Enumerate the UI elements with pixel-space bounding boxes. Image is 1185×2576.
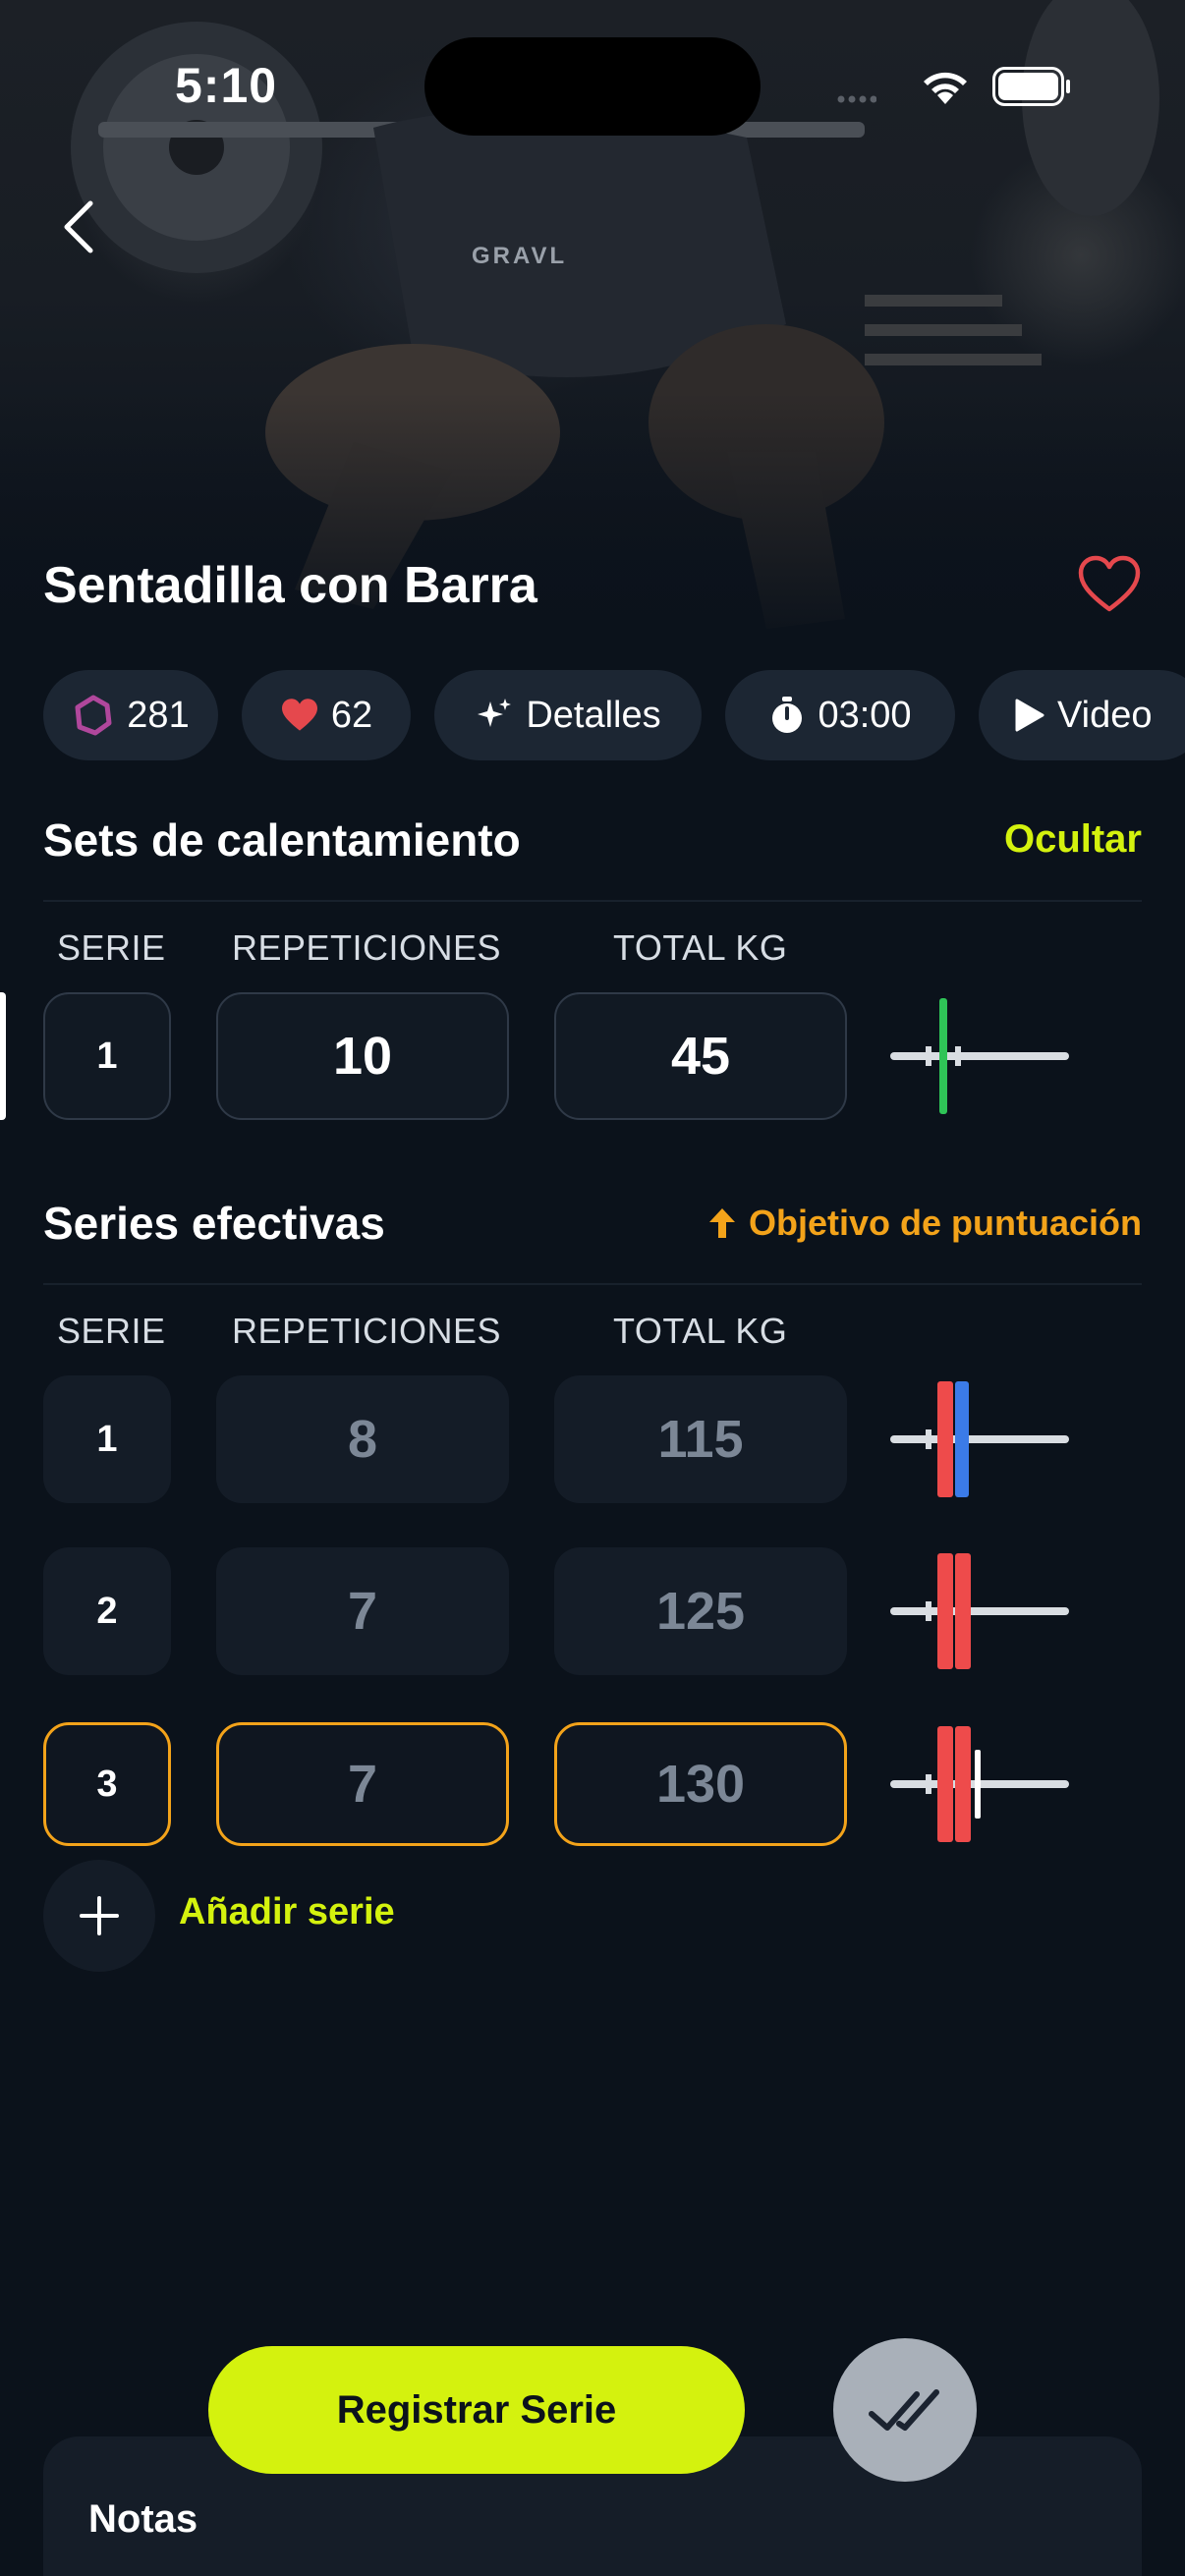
effective-reps-input[interactable]: 8 bbox=[216, 1375, 509, 1503]
warmup-header-reps: REPETICIONES bbox=[232, 927, 502, 968]
effective-barbell-icon bbox=[890, 1381, 1069, 1497]
effective-header-reps: REPETICIONES bbox=[232, 1311, 502, 1351]
effective-set-cell[interactable]: 2 bbox=[43, 1547, 171, 1675]
warmup-header-weight: TOTAL KG bbox=[613, 927, 788, 968]
effective-barbell-icon bbox=[890, 1726, 1069, 1842]
chip-details[interactable]: Detalles bbox=[434, 670, 702, 760]
chip-timer[interactable]: 03:00 bbox=[725, 670, 955, 760]
warmup-set-cell[interactable]: 1 bbox=[43, 992, 171, 1120]
chip-video-label: Video bbox=[1057, 694, 1153, 736]
hide-warmup-button[interactable]: Ocultar bbox=[1004, 817, 1142, 862]
warmup-divider bbox=[43, 900, 1142, 902]
add-set-button[interactable] bbox=[43, 1860, 155, 1972]
complete-exercise-button[interactable] bbox=[833, 2338, 977, 2482]
effective-set-cell[interactable]: 1 bbox=[43, 1375, 171, 1503]
dynamic-island bbox=[424, 37, 761, 136]
warmup-weight-input[interactable]: 45 bbox=[554, 992, 847, 1120]
chip-likes-label: 62 bbox=[330, 694, 373, 736]
chip-likes[interactable]: 62 bbox=[242, 670, 411, 760]
ring-icon bbox=[75, 695, 112, 736]
effective-header-weight: TOTAL KG bbox=[613, 1311, 788, 1351]
warmup-barbell-icon bbox=[890, 998, 1069, 1114]
heart-outline-icon bbox=[1078, 555, 1141, 612]
effective-reps-input[interactable]: 7 bbox=[216, 1547, 509, 1675]
effective-weight-input[interactable]: 115 bbox=[554, 1375, 847, 1503]
effective-reps-input-active[interactable]: 7 bbox=[216, 1722, 509, 1846]
register-set-button[interactable]: Registrar Serie bbox=[208, 2346, 745, 2474]
warmup-header-set: SERIE bbox=[57, 927, 166, 968]
plus-icon bbox=[80, 1896, 119, 1935]
status-bar: 5:10 bbox=[0, 0, 1185, 147]
chip-score[interactable]: 281 bbox=[43, 670, 218, 760]
play-icon bbox=[1015, 699, 1044, 732]
score-target-label: Objetivo de puntuación bbox=[748, 1203, 1142, 1243]
effective-barbell-icon bbox=[890, 1553, 1069, 1669]
shirt-logo: GRAVL bbox=[472, 243, 567, 269]
stopwatch-icon bbox=[772, 697, 803, 733]
arrow-up-icon bbox=[708, 1208, 735, 1238]
sparkle-icon bbox=[478, 699, 512, 727]
battery-icon bbox=[992, 67, 1070, 106]
double-check-icon bbox=[869, 2389, 939, 2431]
effective-set-cell-active[interactable]: 3 bbox=[43, 1722, 171, 1846]
status-time: 5:10 bbox=[175, 58, 278, 113]
effective-weight-input-active[interactable]: 130 bbox=[554, 1722, 847, 1846]
score-target-link[interactable]: Objetivo de puntuación bbox=[707, 1203, 1142, 1244]
exercise-chips: 281 62 Detalles 03:00 Video bbox=[43, 670, 1185, 760]
heart-icon bbox=[281, 699, 317, 731]
chip-details-label: Detalles bbox=[526, 694, 661, 736]
effective-divider bbox=[43, 1283, 1142, 1285]
effective-header-set: SERIE bbox=[57, 1311, 166, 1351]
chip-video[interactable]: Video bbox=[979, 670, 1185, 760]
chip-score-label: 281 bbox=[127, 694, 190, 736]
warmup-title: Sets de calentamiento bbox=[43, 814, 521, 866]
notes-title: Notas bbox=[88, 2497, 198, 2541]
chip-timer-label: 03:00 bbox=[818, 694, 912, 736]
cellular-signal-icon bbox=[837, 95, 876, 103]
exercise-title: Sentadilla con Barra bbox=[43, 557, 537, 614]
add-set-label[interactable]: Añadir serie bbox=[179, 1891, 395, 1933]
warmup-reps-input[interactable]: 10 bbox=[216, 992, 509, 1120]
row-indicator bbox=[0, 992, 6, 1120]
back-button[interactable] bbox=[51, 192, 110, 260]
favorite-button[interactable] bbox=[1077, 555, 1142, 614]
wifi-icon bbox=[924, 72, 967, 104]
chevron-left-icon bbox=[64, 200, 93, 253]
effective-title: Series efectivas bbox=[43, 1198, 385, 1249]
effective-weight-input[interactable]: 125 bbox=[554, 1547, 847, 1675]
